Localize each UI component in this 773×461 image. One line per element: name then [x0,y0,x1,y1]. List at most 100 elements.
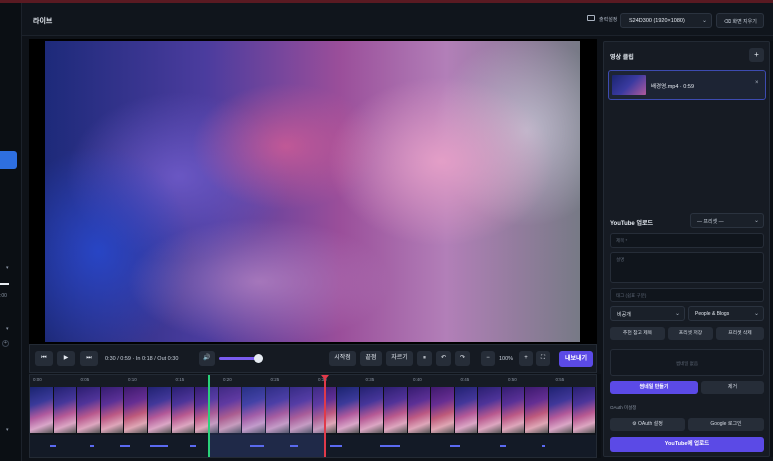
resolution-select[interactable]: S24D300 (1920×1080) ⌄ [620,13,712,28]
video-frame-thumbnail [147,387,172,433]
set-end-button[interactable]: 끝점 [360,351,382,366]
timeline-tick: 0:25 [270,377,280,382]
preset-select-value: — 프리셋 — [697,219,724,225]
timeline-tick: 0:40 [413,377,422,382]
preset-select[interactable]: — 프리셋 — ⌄ [690,213,764,228]
video-frame-thumbnail [100,387,125,433]
video-frame[interactable] [45,41,580,342]
zoom-level: 100% [499,356,514,362]
volume-slider[interactable] [219,357,259,360]
timeline-tick: 0:20 [223,377,232,382]
oauth-status: OAuth 미설정 [610,405,637,410]
audio-waveform-segment [50,445,56,447]
timeline-tick: 0:00 [33,377,42,382]
zoom-in-button[interactable]: + [519,351,533,366]
video-frame-thumbnail [383,387,408,433]
chevron-down-icon: ⌄ [701,18,707,24]
make-thumbnail-button[interactable]: 썸네일 만들기 [610,381,698,394]
timeline-tick: 0:50 [508,377,517,382]
cut-button[interactable]: 자르기 [386,351,413,366]
clear-screen-button[interactable]: ⌫ 화면 지우기 [716,13,764,28]
oauth-settings-button[interactable]: ⚙ OAuth 설정 [610,418,685,431]
video-frame-thumbnail [77,387,101,433]
page-title: 라이브 [33,18,53,25]
chevron-down-icon: ⌄ [753,218,759,224]
google-login-button[interactable]: Google 로그인 [688,418,764,431]
video-frame-thumbnail [53,387,78,433]
title-input[interactable]: 제목 * [610,233,764,248]
video-frame-thumbnail [124,387,148,433]
play-button[interactable]: ▶ [57,351,75,366]
audio-waveform-segment [380,445,400,447]
video-frame-thumbnail [549,387,573,433]
delete-preset-button[interactable]: 프리셋 삭제 [716,327,764,340]
youtube-upload-title: YouTube 업로드 [610,221,654,227]
redo-button[interactable]: ↷ [455,351,470,366]
timeline-tick: 0:10 [128,377,137,382]
video-frame-thumbnail [360,387,384,433]
split-button[interactable]: ⏸ [417,351,432,366]
video-frame-thumbnail [478,387,502,433]
timeline-scrollbar[interactable] [597,374,601,458]
category-value: People & Blogs [695,311,730,317]
audio-waveform-segment [500,445,506,447]
timeline-tick: 0:15 [175,377,185,382]
timecode: 0:30 / 0:59 · In 0:18 / Out 0:30 [105,356,179,362]
zoom-out-button[interactable]: − [481,351,495,366]
app-header: 라이브 출력설정 S24D300 (1920×1080) ⌄ ⌫ 화면 지우기 [22,3,773,36]
video-frame-thumbnail [431,387,455,433]
timeline-tick: 0:55 [555,377,565,382]
audio-waveform-segment [330,445,342,447]
description-textarea[interactable]: 설명 [610,252,764,283]
forward-button[interactable]: ⏭ [80,351,98,366]
chevron-down-icon[interactable]: ▾ [6,326,9,332]
clear-screen-label: 화면 지우기 [732,19,757,25]
timeline-tick: 0:35 [365,377,375,382]
video-preview [29,39,597,344]
set-start-button[interactable]: 시작점 [329,351,356,366]
timeline-ruler[interactable]: 0:00 0:05 0:10 0:15 0:20 0:25 0:30 0:35 0:40 0:45… [30,375,596,387]
add-clip-button[interactable]: + [749,48,764,62]
in-point-marker[interactable] [208,375,210,457]
video-frame-thumbnail [407,387,432,433]
left-sidebar: ▾ :00 ▾ + ▾ [0,3,22,461]
audio-waveform-segment [450,445,460,447]
audio-waveform-segment [90,445,94,447]
timeline[interactable]: 0:00 0:05 0:10 0:15 0:20 0:25 0:30 0:35 0:40 0:45… [29,374,597,458]
undo-button[interactable]: ↶ [436,351,451,366]
tags-input[interactable]: 태그 (쉼표 구분) [610,288,764,302]
volume-slider-handle[interactable] [254,354,263,363]
category-select[interactable]: People & Blogs ⌄ [688,306,764,321]
sidebar-plus-button[interactable]: + [2,340,9,347]
chevron-down-icon[interactable]: ▾ [6,427,9,433]
privacy-value: 비공개 [617,312,631,318]
youtube-upload-button[interactable]: YouTube에 업로드 [610,437,764,452]
timeline-tick: 0:05 [80,377,90,382]
clip-item[interactable]: 배경영.mp4 · 0:59 × [608,70,766,100]
app-window: ▾ :00 ▾ + ▾ 라이브 출력설정 S24D300 (1920×1080)… [0,0,773,461]
remove-thumbnail-button[interactable]: 제거 [701,381,764,394]
chevron-down-icon: ⌄ [753,311,759,317]
recommend-title-button[interactable]: 추천 참고 제목 [610,327,665,340]
chevron-down-icon[interactable]: ▾ [6,265,9,271]
video-frame-thumbnail [454,387,479,433]
sidebar-slider[interactable] [0,283,9,285]
export-button[interactable]: 내보내기 [559,351,593,367]
privacy-select[interactable]: 비공개 ⌄ [610,306,685,321]
save-preset-button[interactable]: 프리셋 저장 [668,327,713,340]
clip-thumbnail [612,75,646,95]
rewind-button[interactable]: ⏮ [35,351,53,366]
right-panel: 영상 클립 + 배경영.mp4 · 0:59 × YouTube 업로드 — 프… [603,41,770,457]
sidebar-active-item[interactable] [0,151,17,169]
close-icon[interactable]: × [755,80,759,86]
chevron-down-icon: ⌄ [674,311,680,317]
resolution-value: S24D300 (1920×1080) [629,18,685,24]
playhead[interactable] [324,375,326,457]
audio-waveform-segment [542,445,545,447]
fullscreen-button[interactable]: ⛶ [536,351,550,366]
selection-region[interactable] [208,387,325,457]
volume-icon[interactable]: 🔊 [199,351,215,366]
video-frame-thumbnail [525,387,550,433]
video-frame-thumbnail [30,387,54,433]
clips-title: 영상 클립 [610,55,634,61]
